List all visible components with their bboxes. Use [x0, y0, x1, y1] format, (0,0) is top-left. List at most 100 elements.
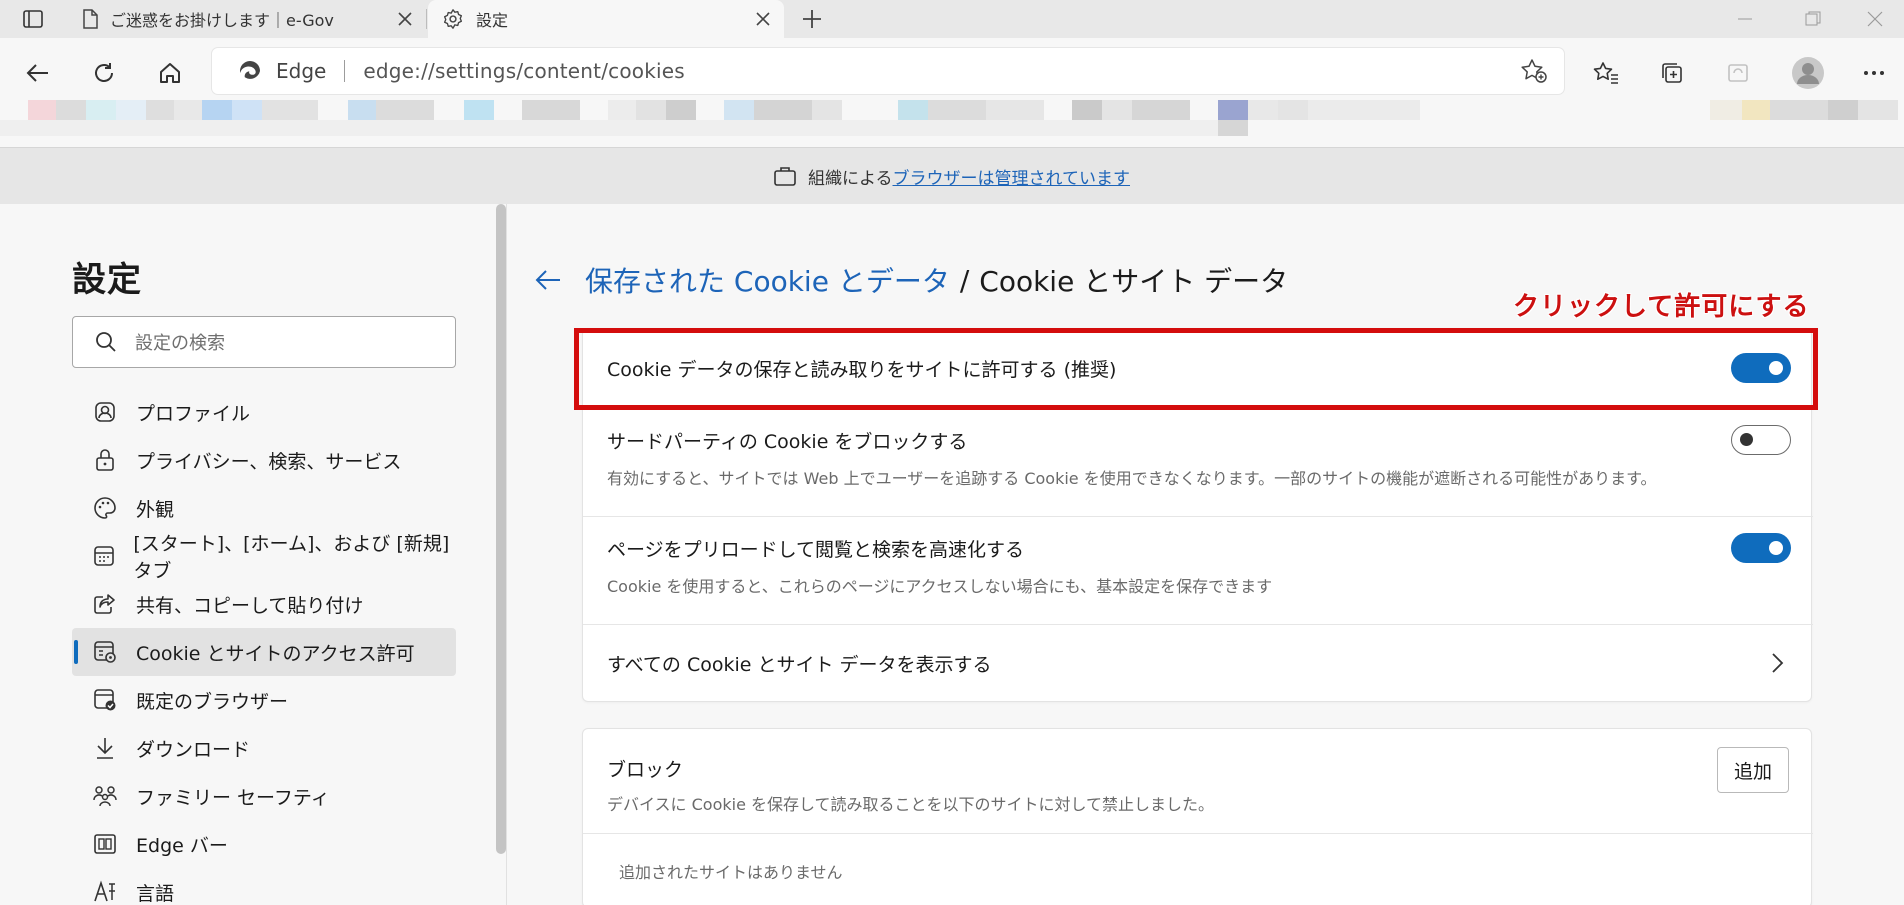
close-tab-button[interactable] [390, 4, 420, 34]
favorite-item[interactable] [812, 100, 842, 120]
setting-description: Cookie を使用すると、これらのページにアクセスしない場合にも、基本設定を保… [607, 577, 1273, 596]
collections-button[interactable] [1652, 54, 1692, 92]
favorites-button[interactable] [1586, 54, 1626, 92]
sidebar-scrollbar[interactable] [496, 204, 506, 854]
tab-egov[interactable]: ご迷惑をお掛けします｜e-Gov [68, 0, 426, 38]
favorite-item[interactable] [986, 100, 1044, 120]
breadcrumb: 保存された Cookie とデータ / Cookie とサイト データ [533, 260, 1288, 300]
close-icon [1867, 11, 1883, 27]
sidebar-item-label: ファミリー セーフティ [136, 786, 330, 809]
favorite-item[interactable] [348, 100, 376, 120]
favorite-item[interactable] [464, 100, 494, 120]
home-button[interactable] [150, 54, 190, 92]
sidebar-item-language[interactable]: 言語 [72, 868, 456, 905]
block-description: デバイスに Cookie を保存して読み取ることを以下のサイトに対して禁止しまし… [607, 795, 1215, 814]
chevron-right-icon [1772, 653, 1784, 673]
favorite-item[interactable] [1742, 100, 1770, 120]
favorite-item[interactable] [636, 100, 666, 120]
sidebar-item-privacy[interactable]: プライバシー、検索、サービス [72, 436, 456, 484]
home-icon [160, 63, 180, 83]
avatar-icon [1792, 57, 1824, 89]
sidebar-item-label: 共有、コピーして貼り付け [136, 594, 364, 617]
favorite-item[interactable] [1770, 100, 1828, 120]
sidebar-item-downloads[interactable]: ダウンロード [72, 724, 456, 772]
favorite-item[interactable] [724, 100, 754, 120]
favorite-item[interactable] [754, 100, 812, 120]
more-menu-button[interactable] [1854, 54, 1894, 92]
add-favorite-button[interactable] [1516, 54, 1552, 88]
refresh-button[interactable] [84, 54, 124, 92]
favorite-item[interactable] [1102, 100, 1132, 120]
favorite-item[interactable] [1248, 100, 1278, 120]
add-blocked-site-button[interactable]: 追加 [1717, 747, 1789, 793]
favorite-item[interactable] [1308, 100, 1420, 120]
edge-brand-label: Edge [276, 59, 327, 83]
favorite-item[interactable] [28, 100, 56, 120]
favorite-item[interactable] [202, 100, 232, 120]
sidebar-item-label: Edge バー [136, 834, 228, 857]
url-text: edge://settings/content/cookies [363, 59, 685, 83]
sidebar-item-share[interactable]: 共有、コピーして貼り付け [72, 580, 456, 628]
favorite-item[interactable] [56, 100, 86, 120]
favorite-item[interactable] [262, 100, 318, 120]
favorite-item[interactable] [1072, 100, 1102, 120]
favorite-item[interactable] [1828, 100, 1858, 120]
download-icon [92, 735, 118, 761]
sidebar-item-edge-bar[interactable]: Edge バー [72, 820, 456, 868]
new-tab-button[interactable] [796, 4, 828, 34]
page-icon [83, 9, 98, 29]
sidebar-item-label: 既定のブラウザー [136, 690, 289, 713]
favorites-icon [1593, 62, 1618, 84]
favorite-item [1218, 120, 1248, 136]
profile-button[interactable] [1786, 54, 1830, 92]
tab-settings[interactable]: 設定 [428, 0, 784, 38]
sidebar-item-label: プロファイル [136, 402, 251, 425]
favorite-item[interactable] [376, 100, 434, 120]
favorite-item[interactable] [1218, 100, 1248, 120]
address-bar[interactable]: Edge edge://settings/content/cookies [212, 48, 1564, 94]
close-tab-button[interactable] [748, 4, 778, 34]
sidebar-item-appearance[interactable]: 外観 [72, 484, 456, 532]
extension-button[interactable] [1718, 54, 1758, 92]
favorite-item[interactable] [666, 100, 696, 120]
favorite-item[interactable] [146, 100, 174, 120]
sidebar-item-profile[interactable]: プロファイル [72, 388, 456, 436]
lock-icon [92, 447, 118, 473]
sidebar-item-default-browser[interactable]: 既定のブラウザー [72, 676, 456, 724]
family-icon [92, 783, 118, 809]
preload-toggle[interactable] [1731, 533, 1791, 563]
share-icon [92, 591, 118, 617]
favorite-item[interactable] [928, 100, 986, 120]
block-third-party-toggle[interactable] [1731, 425, 1791, 455]
back-arrow-icon [26, 64, 48, 82]
minimize-button[interactable] [1716, 0, 1774, 38]
sidebar-item-cookies[interactable]: Cookie とサイトのアクセス許可 [72, 628, 456, 676]
favorite-item[interactable] [1710, 100, 1742, 120]
restore-button[interactable] [1784, 0, 1842, 38]
block-empty-text: 追加されたサイトはありません [619, 863, 843, 882]
favorite-item[interactable] [232, 100, 262, 120]
setting-row-see-all-cookies[interactable]: すべての Cookie とサイト データを表示する [583, 625, 1813, 701]
favorite-item[interactable] [1858, 100, 1898, 120]
favorite-item[interactable] [86, 100, 116, 120]
favorite-item[interactable] [608, 100, 636, 120]
favorite-item[interactable] [174, 100, 202, 120]
favorite-item[interactable] [522, 100, 580, 120]
favorite-item[interactable] [1132, 100, 1190, 120]
managed-link[interactable]: ブラウザーは管理されています [893, 164, 1131, 189]
annotation-label: クリックして許可にする [1513, 292, 1810, 322]
sidebar-item-start-home[interactable]: [スタート]、[ホーム]、および [新規] タブ [72, 532, 456, 582]
briefcase-icon [774, 167, 796, 186]
search-input[interactable]: 設定の検索 [72, 316, 456, 368]
back-button[interactable] [18, 54, 58, 92]
sidebar-item-family[interactable]: ファミリー セーフティ [72, 772, 456, 820]
favorite-item[interactable] [898, 100, 928, 120]
close-window-button[interactable] [1846, 0, 1904, 38]
favorite-item[interactable] [116, 100, 146, 120]
favorite-item[interactable] [1278, 100, 1308, 120]
sidebar-item-label: 言語 [136, 882, 175, 905]
edge-bar-icon [92, 831, 118, 857]
tab-actions-button[interactable] [14, 4, 52, 34]
breadcrumb-parent-link[interactable]: 保存された Cookie とデータ [585, 260, 950, 300]
back-arrow-icon[interactable] [533, 265, 563, 295]
